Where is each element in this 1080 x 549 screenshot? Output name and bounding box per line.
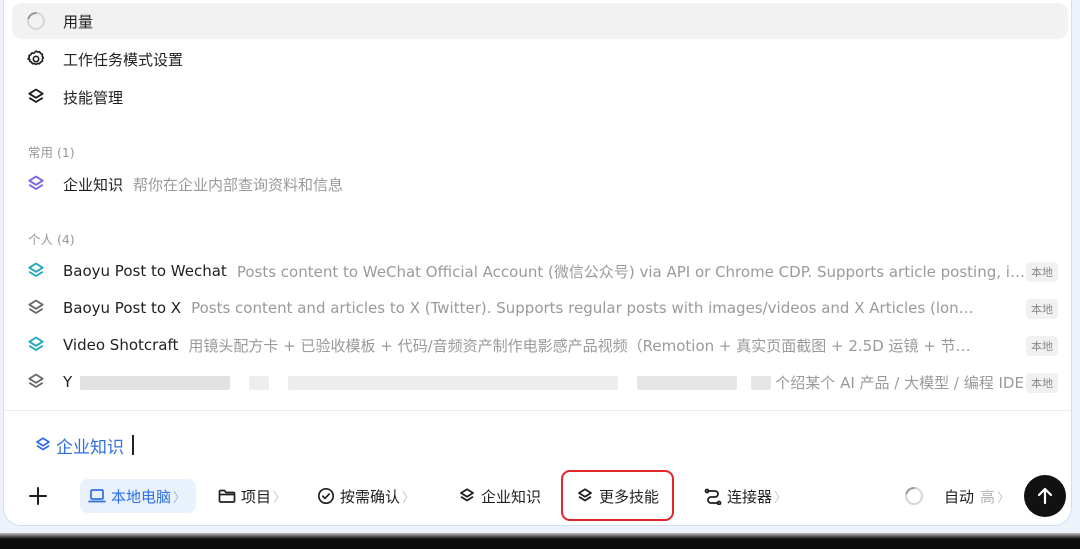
- local-badge: 本地: [1026, 373, 1058, 393]
- project-selector[interactable]: 项目 〉: [218, 478, 286, 514]
- menu-item-label: 工作任务模式设置: [63, 50, 184, 69]
- skill-item-video-shotcraft[interactable]: Video Shotcraft 用镜头配方卡 + 已验收模板 + 代码/音频资产…: [12, 329, 1068, 361]
- add-button[interactable]: [26, 484, 50, 508]
- message-input[interactable]: 企业知识: [34, 432, 134, 458]
- skill-layers-icon: [25, 260, 47, 282]
- model-level-label: 高: [980, 487, 996, 506]
- skill-item-enterprise-knowledge[interactable]: 企业知识 帮你在企业内部查询资料和信息: [12, 168, 1068, 200]
- selected-skill-chip[interactable]: 企业知识: [56, 433, 124, 458]
- local-computer-label: 本地电脑: [111, 487, 172, 506]
- enterprise-knowledge-label: 企业知识: [481, 487, 542, 506]
- chevron-right-icon: 〉: [173, 490, 187, 506]
- redacted-blur: [80, 373, 772, 391]
- chevron-right-icon: 〉: [997, 490, 1011, 506]
- skill-name: 企业知识: [63, 175, 124, 194]
- connector-icon: [704, 487, 722, 505]
- menu-item-label: 技能管理: [63, 88, 124, 107]
- skill-description: 用镜头配方卡 + 已验收模板 + 代码/音频资产制作电影感产品视频（Remoti…: [188, 336, 979, 355]
- skill-layers-icon: [25, 334, 47, 356]
- skill-item-redacted[interactable]: Y 个绍某个 AI 产品 / 大模型 / 编程 IDE ... 本地: [12, 366, 1068, 398]
- divider: [4, 410, 1071, 411]
- skill-layers-icon: [25, 297, 47, 319]
- menu-item-skill-management[interactable]: 技能管理: [12, 79, 1068, 115]
- send-button[interactable]: [1024, 475, 1066, 517]
- skill-layers-icon: [34, 436, 52, 454]
- folder-icon: [218, 488, 236, 504]
- skill-layers-icon: [25, 173, 47, 195]
- loading-ring-icon: [25, 10, 47, 32]
- chevron-right-icon: 〉: [273, 490, 287, 506]
- text-caret: [132, 435, 134, 455]
- chevron-right-icon: 〉: [774, 490, 788, 506]
- skill-description: Posts content to WeChat Official Account…: [236, 262, 1027, 281]
- skill-name: Video Shotcraft: [63, 336, 179, 354]
- skill-name: Baoyu Post to X: [63, 299, 182, 317]
- skill-description: Posts content and articles to X (Twitter…: [191, 299, 982, 317]
- local-badge: 本地: [1026, 299, 1058, 319]
- skill-name: Y: [63, 373, 73, 391]
- local-badge: 本地: [1026, 336, 1058, 356]
- check-shield-icon: [317, 487, 335, 505]
- layers-icon: [458, 487, 476, 505]
- gear-icon: [25, 48, 47, 70]
- confirm-mode-label: 按需确认: [340, 487, 401, 506]
- menu-item-usage[interactable]: 用量: [12, 3, 1068, 39]
- menu-item-work-mode-settings[interactable]: 工作任务模式设置: [12, 41, 1068, 77]
- arrow-up-icon: [1037, 487, 1053, 505]
- local-computer-selector[interactable]: 本地电脑 〉: [80, 479, 196, 513]
- local-badge: 本地: [1026, 262, 1058, 282]
- menu-item-label: 用量: [63, 12, 94, 31]
- skill-name: Baoyu Post to Wechat: [63, 262, 227, 280]
- bottom-edge: [0, 533, 1080, 549]
- project-label: 项目: [241, 487, 272, 506]
- plus-icon: [29, 487, 47, 505]
- skill-description: 帮你在企业内部查询资料和信息: [133, 175, 344, 194]
- section-heading-personal: 个人 (4): [28, 232, 75, 247]
- model-mode-label: 自动: [944, 487, 975, 506]
- skill-description: 个绍某个 AI 产品 / 大模型 / 编程 IDE ...: [775, 373, 1043, 392]
- loading-ring-icon: [904, 486, 924, 506]
- skill-layers-icon: [25, 371, 47, 393]
- layers-icon: [25, 86, 47, 108]
- connectors-selector[interactable]: 连接器 〉: [704, 478, 787, 514]
- connectors-label: 连接器: [727, 487, 773, 506]
- section-heading-common: 常用 (1): [28, 145, 75, 160]
- laptop-icon: [88, 488, 106, 504]
- chevron-right-icon: 〉: [402, 490, 416, 506]
- enterprise-knowledge-button[interactable]: 企业知识: [458, 478, 541, 514]
- confirm-mode-selector[interactable]: 按需确认 〉: [317, 478, 415, 514]
- skill-picker-panel: 用量 工作任务模式设置 技能管理 常用 (1) 企业知识 帮你在企业内部查询资料…: [3, 0, 1072, 526]
- skill-item-baoyu-post-to-wechat[interactable]: Baoyu Post to Wechat Posts content to We…: [12, 255, 1068, 287]
- annotation-highlight-box: [561, 470, 674, 521]
- model-mode-selector[interactable]: 自动 高 〉: [904, 478, 1010, 514]
- skill-item-baoyu-post-to-x[interactable]: Baoyu Post to X Posts content and articl…: [12, 292, 1068, 324]
